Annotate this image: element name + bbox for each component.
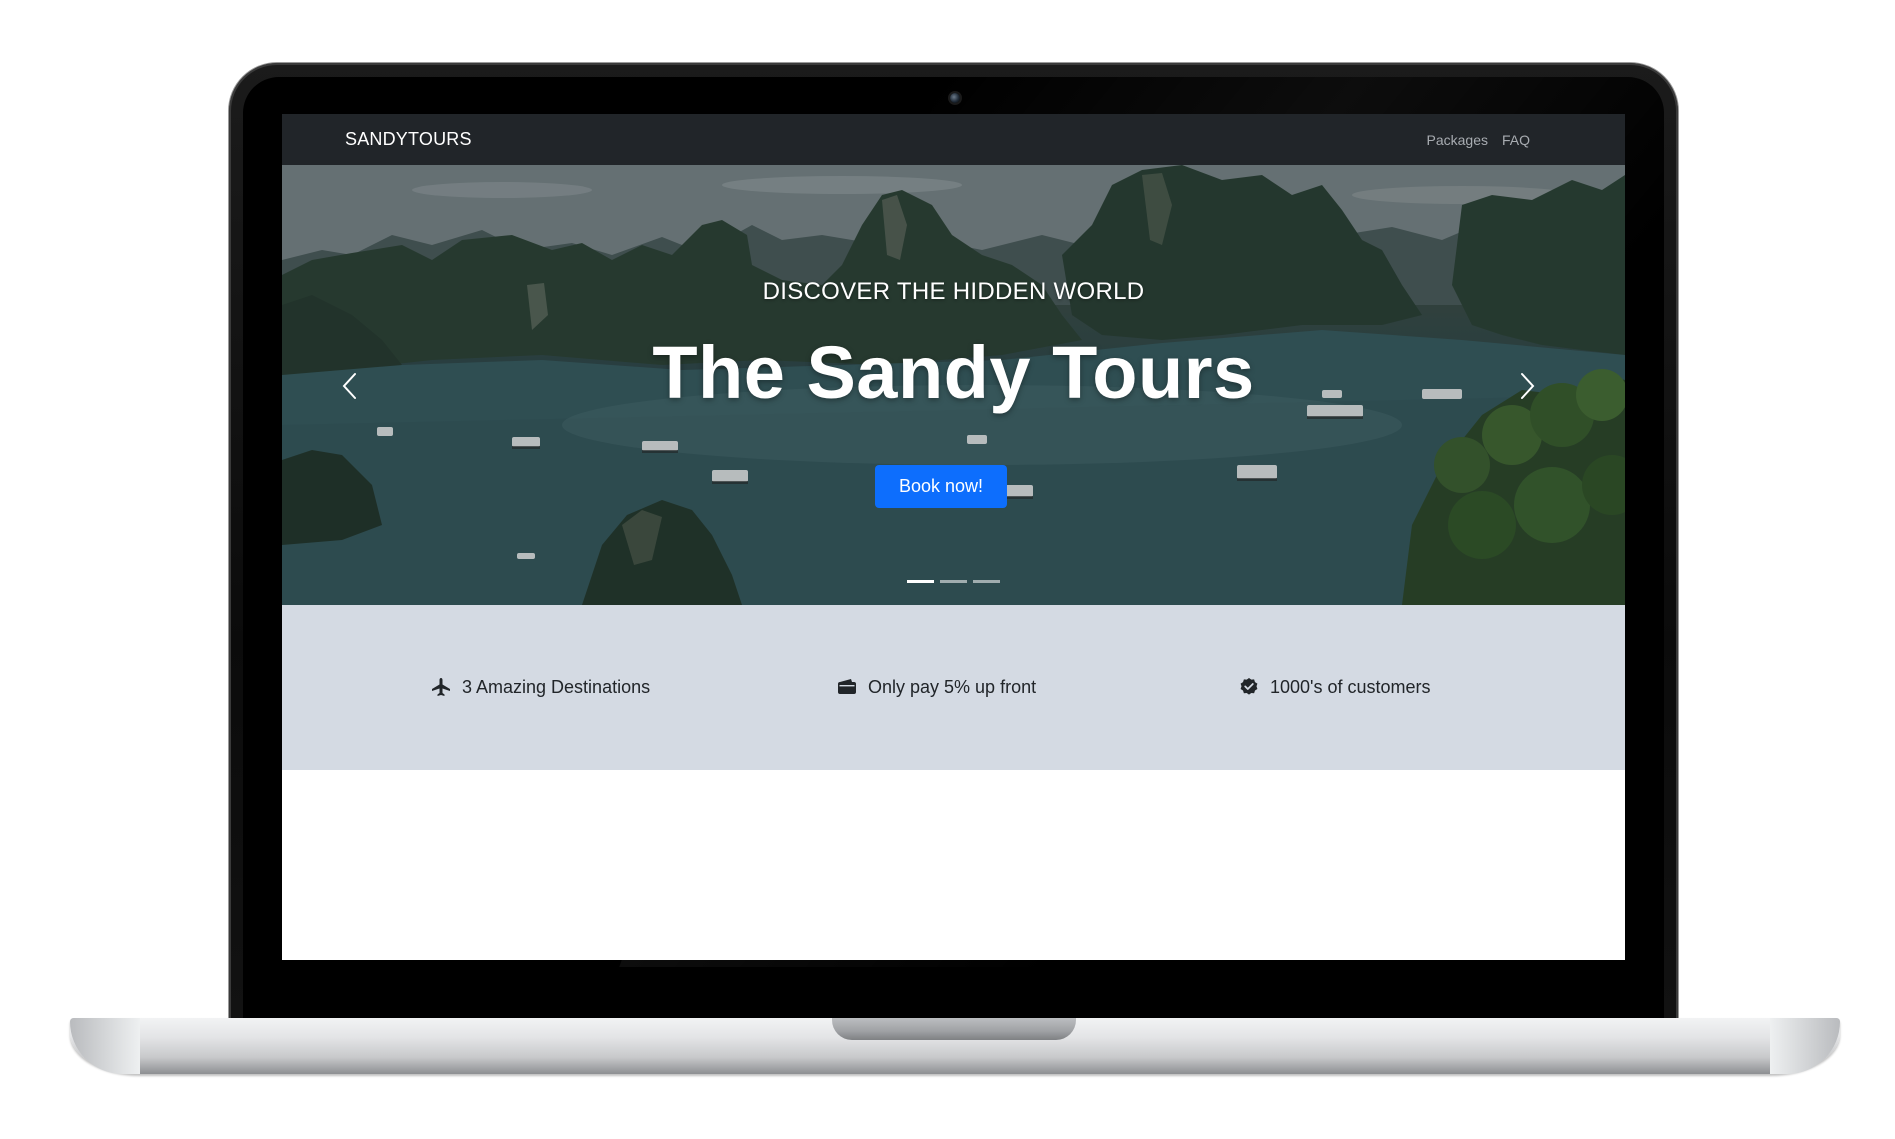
feature-destinations-label: 3 Amazing Destinations xyxy=(462,676,651,697)
features-band: 3 Amazing Destinations Only pay 5% up fr… xyxy=(282,605,1625,770)
wallet-icon xyxy=(836,676,858,698)
carousel-indicator-2[interactable] xyxy=(940,580,967,583)
hero-title: The Sandy Tours xyxy=(652,331,1255,414)
chevron-left-icon xyxy=(342,373,356,399)
laptop-screen: SANDYTOURS Packages FAQ DISCOVER THE HID… xyxy=(282,114,1625,960)
feature-destinations: 3 Amazing Destinations xyxy=(430,676,650,698)
feature-payment: Only pay 5% up front xyxy=(836,676,1036,698)
hero-subtitle: DISCOVER THE HIDDEN WORLD xyxy=(762,278,1145,305)
airplane-icon xyxy=(430,676,452,698)
feature-customers-label: 1000's of customers xyxy=(1270,676,1431,697)
laptop-base-notch xyxy=(832,1018,1076,1040)
book-now-button[interactable]: Book now! xyxy=(875,465,1007,508)
brand-logo[interactable]: SANDYTOURS xyxy=(345,129,472,150)
chevron-right-icon xyxy=(1521,373,1535,399)
check-badge-icon xyxy=(1238,676,1260,698)
carousel-indicator-1[interactable] xyxy=(907,580,934,583)
laptop-base-edge-right xyxy=(1770,1018,1840,1074)
laptop-base-edge-left xyxy=(70,1018,140,1074)
nav-link-packages[interactable]: Packages xyxy=(1427,132,1488,148)
hero-carousel: DISCOVER THE HIDDEN WORLD The Sandy Tour… xyxy=(282,165,1625,605)
carousel-prev-button[interactable] xyxy=(337,368,361,404)
carousel-next-button[interactable] xyxy=(1516,368,1540,404)
feature-customers: 1000's of customers xyxy=(1238,676,1431,698)
carousel-indicator-3[interactable] xyxy=(973,580,1000,583)
nav-link-faq[interactable]: FAQ xyxy=(1502,132,1530,148)
carousel-indicators xyxy=(282,580,1625,583)
feature-payment-label: Only pay 5% up front xyxy=(868,676,1037,697)
webcam-icon xyxy=(950,93,960,103)
nav-links: Packages FAQ xyxy=(1427,132,1531,148)
navbar: SANDYTOURS Packages FAQ xyxy=(282,114,1625,165)
